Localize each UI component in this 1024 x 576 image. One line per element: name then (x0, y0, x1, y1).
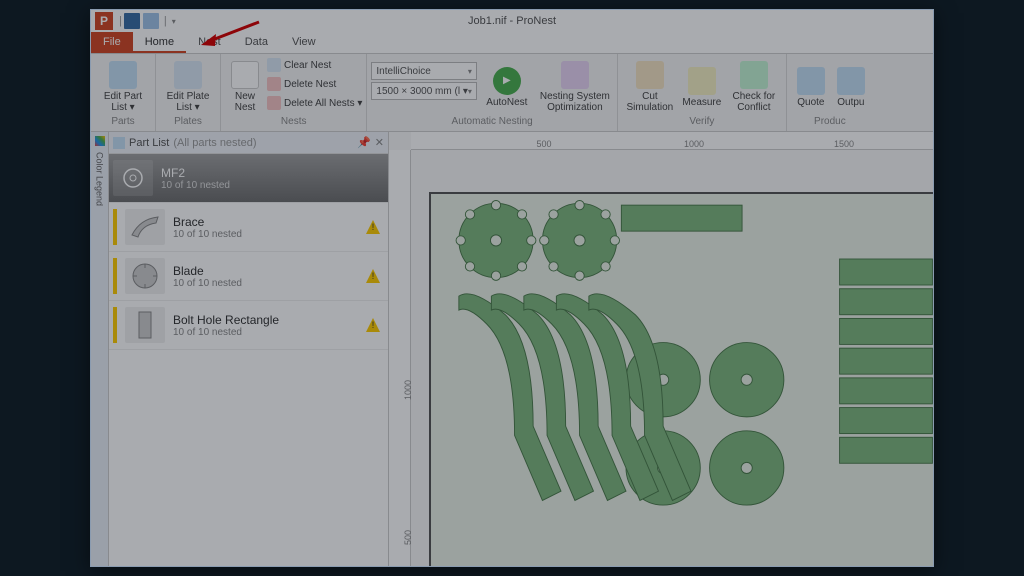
horizontal-ruler: 500 1000 1500 (411, 132, 933, 150)
ribbon-group-nests: New Nest Clear Nest Delete Nest Delete A… (221, 54, 367, 131)
edit-plate-list-button[interactable]: Edit Plate List ▾ (160, 56, 216, 116)
vertical-ruler: 1000 500 (389, 150, 411, 566)
platesize-dropdown[interactable]: 1500 × 3000 mm (l ▾▾ (371, 82, 476, 100)
part-thumbnail (125, 307, 165, 343)
nest-canvas[interactable]: 500 1000 1500 1000 500 (389, 132, 933, 566)
qat-button[interactable] (143, 13, 159, 29)
quote-icon (797, 67, 825, 95)
warning-icon: ! (366, 318, 380, 332)
part-thumbnail (125, 209, 165, 245)
part-list-item[interactable]: Bolt Hole Rectangle10 of 10 nested ! (109, 301, 388, 350)
ribbon-group-automatic: IntelliChoice▾ 1500 × 3000 mm (l ▾▾ ▶ Au… (367, 54, 617, 131)
separator: | (119, 15, 122, 27)
warning-icon: ! (366, 269, 380, 283)
plate-list-icon (174, 61, 202, 89)
tab-view[interactable]: View (280, 32, 328, 53)
panel-header: Part List (All parts nested) 📌 ✕ (109, 132, 388, 154)
plate (429, 192, 933, 566)
color-legend-sidebar[interactable]: Color Legend (91, 132, 109, 566)
ribbon-tabs: File Home Nest Data View (91, 32, 933, 54)
group-label: Parts (95, 116, 151, 129)
part-list-icon (113, 137, 125, 149)
part-status: 10 of 10 nested (161, 180, 380, 191)
group-label: Produc (791, 116, 869, 129)
check-conflict-button[interactable]: Check for Conflict (726, 56, 782, 116)
warning-icon: ! (366, 220, 380, 234)
pin-icon[interactable]: 📌 (357, 136, 371, 149)
intellichoice-dropdown[interactable]: IntelliChoice▾ (371, 62, 476, 80)
save-icon[interactable] (124, 13, 140, 29)
tab-nest[interactable]: Nest (186, 32, 233, 53)
conflict-icon (740, 61, 768, 89)
part-status: 10 of 10 nested (173, 327, 358, 338)
new-nest-icon (231, 61, 259, 89)
play-icon: ▶ (493, 67, 521, 95)
part-list-item[interactable]: MF210 of 10 nested (109, 154, 388, 203)
part-list-item[interactable]: Blade10 of 10 nested ! (109, 252, 388, 301)
delete-all-nests-button[interactable]: Delete All Nests ▾ (267, 94, 362, 112)
nesting-optimization-button[interactable]: Nesting System Optimization (537, 56, 613, 116)
delete-icon (267, 77, 281, 91)
group-label: Nests (225, 116, 362, 129)
tab-data[interactable]: Data (233, 32, 280, 53)
clear-icon (267, 58, 281, 72)
measure-icon (688, 67, 716, 95)
output-icon (837, 67, 865, 95)
warning-stripe (113, 258, 117, 294)
group-label: Automatic Nesting (371, 116, 612, 129)
part-name: Bolt Hole Rectangle (173, 313, 358, 327)
ribbon: Edit Part List ▾ Parts Edit Plate List ▾… (91, 54, 933, 132)
window-title: Job1.nif - ProNest (468, 15, 556, 27)
app-window: P | | ▾ Job1.nif - ProNest File Home Nes… (90, 9, 934, 567)
color-legend-icon (95, 136, 105, 146)
part-thumbnail (113, 160, 153, 196)
color-legend-label: Color Legend (95, 152, 105, 206)
title-bar: P | | ▾ Job1.nif - ProNest (91, 10, 933, 32)
part-thumbnail (125, 258, 165, 294)
part-status: 10 of 10 nested (173, 229, 358, 240)
qat-dropdown-icon[interactable]: ▾ (172, 17, 176, 26)
nested-parts-svg (431, 194, 933, 566)
tab-home[interactable]: Home (133, 32, 186, 53)
quick-access-toolbar: | ▾ (124, 13, 176, 29)
ribbon-group-verify: Cut Simulation Measure Check for Conflic… (618, 54, 787, 131)
quote-button[interactable]: Quote (791, 56, 831, 116)
delete-all-icon (267, 96, 281, 110)
measure-button[interactable]: Measure (680, 56, 724, 116)
separator: | (164, 15, 167, 27)
cut-simulation-button[interactable]: Cut Simulation (622, 56, 678, 116)
output-button[interactable]: Outpu (833, 56, 869, 116)
part-name: Brace (173, 215, 358, 229)
part-list-item[interactable]: Brace10 of 10 nested ! (109, 203, 388, 252)
part-list-panel: Part List (All parts nested) 📌 ✕ MF210 o… (109, 132, 389, 566)
part-list-icon (109, 61, 137, 89)
delete-nest-button[interactable]: Delete Nest (267, 75, 362, 93)
panel-subtitle: (All parts nested) (173, 137, 256, 149)
autonest-button[interactable]: ▶ AutoNest (479, 56, 535, 116)
cut-sim-icon (636, 61, 664, 89)
edit-part-list-button[interactable]: Edit Part List ▾ (95, 56, 151, 116)
content-area: Color Legend Part List (All parts nested… (91, 132, 933, 566)
optimization-icon (561, 61, 589, 89)
group-label: Plates (160, 116, 216, 129)
part-name: Blade (173, 264, 358, 278)
warning-stripe (113, 209, 117, 245)
new-nest-button[interactable]: New Nest (225, 56, 265, 116)
part-status: 10 of 10 nested (173, 278, 358, 289)
ribbon-group-parts: Edit Part List ▾ Parts (91, 54, 156, 131)
group-label: Verify (622, 116, 782, 129)
part-list-body: MF210 of 10 nested Brace10 of 10 nested … (109, 154, 388, 566)
warning-stripe (113, 307, 117, 343)
tab-file[interactable]: File (91, 32, 133, 53)
ribbon-group-product: Quote Outpu Produc (787, 54, 873, 131)
close-icon[interactable]: ✕ (375, 136, 384, 149)
app-icon: P (95, 12, 113, 30)
ribbon-group-plates: Edit Plate List ▾ Plates (156, 54, 221, 131)
part-name: MF2 (161, 166, 380, 180)
clear-nest-button[interactable]: Clear Nest (267, 56, 362, 74)
panel-title: Part List (129, 137, 169, 149)
